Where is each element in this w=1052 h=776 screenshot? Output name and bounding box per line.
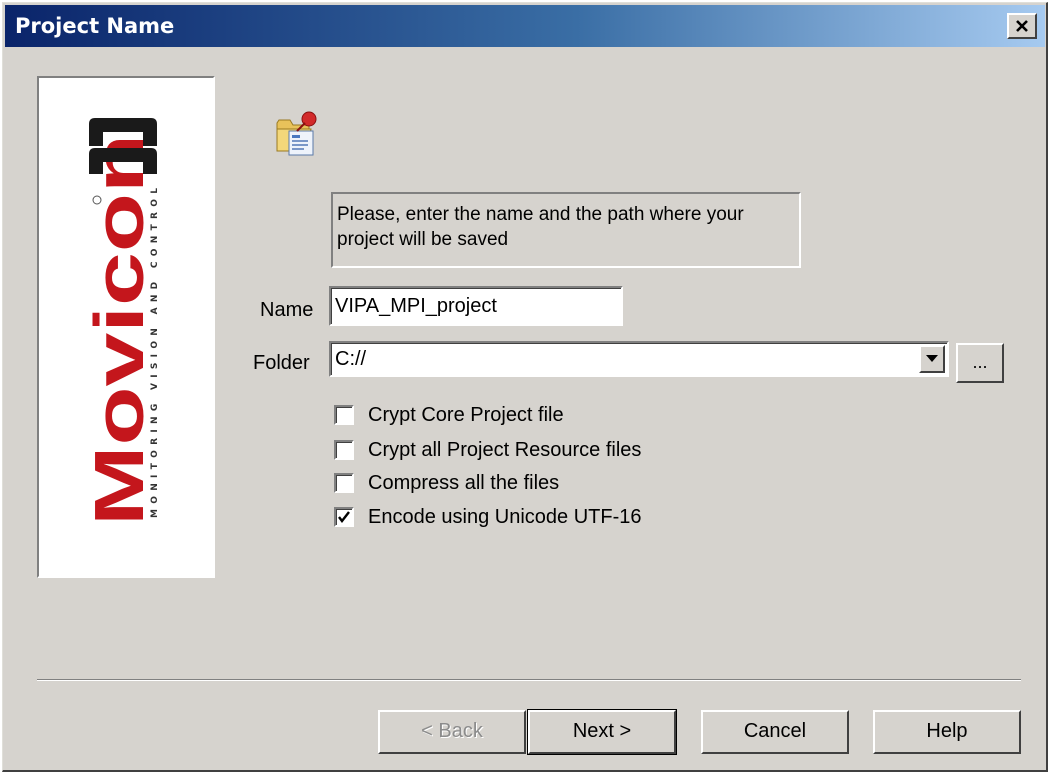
compress-files-label: Compress all the files xyxy=(368,471,560,494)
folder-combobox[interactable]: C:// xyxy=(329,341,949,377)
option-unicode-utf16[interactable]: Encode using Unicode UTF-16 xyxy=(334,503,641,531)
movicon-logo: Movicon MONITORING VISION AND CONTROL xyxy=(80,118,160,526)
unicode-utf16-checkbox[interactable] xyxy=(334,507,354,527)
close-button[interactable] xyxy=(1007,13,1037,39)
option-crypt-resources[interactable]: Crypt all Project Resource files xyxy=(334,436,641,464)
name-input[interactable] xyxy=(331,288,621,324)
compress-files-checkbox[interactable] xyxy=(334,473,354,493)
folder-value: C:// xyxy=(335,348,367,370)
chevron-down-icon xyxy=(926,355,938,362)
instruction-text: Please, enter the name and the path wher… xyxy=(331,192,801,268)
button-separator xyxy=(37,679,1021,681)
project-name-dialog: Project Name Movicon MONITORING VISION A… xyxy=(2,2,1048,772)
movicon-logo-panel: Movicon MONITORING VISION AND CONTROL xyxy=(37,76,215,578)
help-button[interactable]: Help xyxy=(873,710,1021,754)
option-crypt-core[interactable]: Crypt Core Project file xyxy=(334,401,564,429)
next-button[interactable]: Next > xyxy=(527,709,677,755)
crypt-resources-label: Crypt all Project Resource files xyxy=(368,438,642,461)
title-bar[interactable]: Project Name xyxy=(5,5,1045,47)
crypt-core-label: Crypt Core Project file xyxy=(368,403,564,426)
logo-brand: Movicon xyxy=(80,134,158,526)
checkmark-icon xyxy=(338,511,350,523)
cancel-button[interactable]: Cancel xyxy=(701,710,849,754)
back-button[interactable]: < Back xyxy=(378,710,526,754)
name-field-frame xyxy=(329,286,623,326)
folder-dropdown-button[interactable] xyxy=(919,345,945,373)
folder-project-icon xyxy=(276,111,317,156)
unicode-utf16-label: Encode using Unicode UTF-16 xyxy=(368,505,642,528)
browse-folder-button[interactable]: ... xyxy=(956,343,1004,383)
folder-label: Folder xyxy=(253,352,310,374)
crypt-core-checkbox[interactable] xyxy=(334,405,354,425)
name-label: Name xyxy=(260,299,314,321)
option-compress-files[interactable]: Compress all the files xyxy=(334,469,559,497)
crypt-resources-checkbox[interactable] xyxy=(334,440,354,460)
close-icon xyxy=(1016,20,1028,32)
dialog-title: Project Name xyxy=(15,14,175,38)
